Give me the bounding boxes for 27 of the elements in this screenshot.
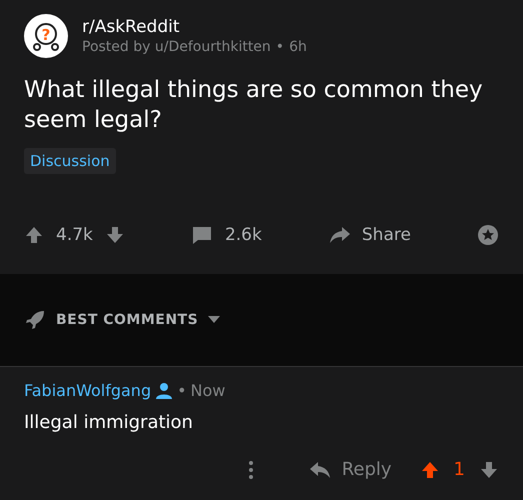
reply-button[interactable]: Reply xyxy=(308,459,392,480)
separator-dot: • xyxy=(177,381,187,400)
comment-vote-count: 1 xyxy=(454,459,465,480)
downvote-icon[interactable] xyxy=(479,460,499,480)
comment-count: 2.6k xyxy=(224,224,262,245)
separator-dot: • xyxy=(276,39,284,55)
post-title: What illegal things are so common they seem legal? xyxy=(24,76,484,135)
user-icon xyxy=(155,382,174,400)
caret-icon xyxy=(208,316,220,324)
vote-count: 4.7k xyxy=(56,224,93,245)
downvote-icon[interactable] xyxy=(104,224,125,245)
subreddit-name[interactable]: r/AskReddit xyxy=(82,17,307,37)
flair-tag[interactable]: Discussion xyxy=(24,148,116,174)
comment-author[interactable]: FabianWolfgang xyxy=(24,381,152,400)
more-options-icon[interactable] xyxy=(248,460,254,480)
share-button[interactable]: Share xyxy=(328,224,411,245)
comment-time: Now xyxy=(190,381,226,400)
sort-dropdown[interactable]: BEST COMMENTS xyxy=(24,309,220,331)
upvote-icon[interactable] xyxy=(24,224,44,245)
comment-body: Illegal immigration xyxy=(24,412,194,433)
rocket-icon xyxy=(24,309,46,331)
reply-icon xyxy=(308,460,332,478)
upvote-icon[interactable] xyxy=(420,460,440,480)
award-icon[interactable] xyxy=(476,224,499,246)
share-icon xyxy=(328,224,352,245)
post-time: 6h xyxy=(289,39,307,55)
post-author[interactable]: Posted by u/Defourthkitten xyxy=(82,39,271,55)
